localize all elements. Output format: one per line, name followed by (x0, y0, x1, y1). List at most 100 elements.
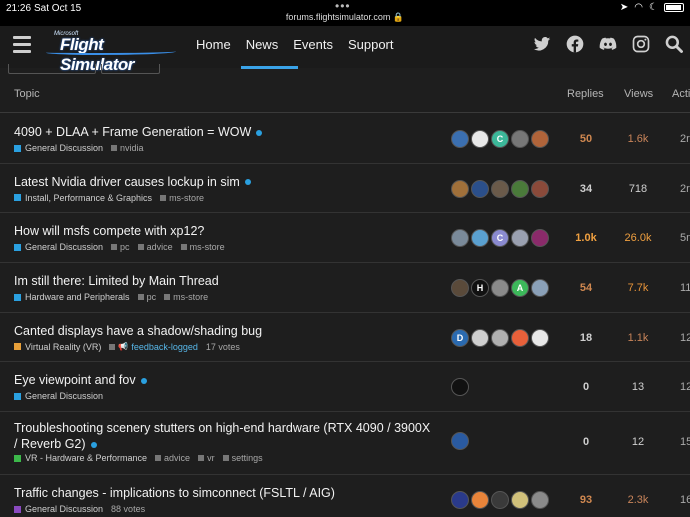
avatar[interactable] (511, 229, 529, 248)
topic-row[interactable]: 4090 + DLAA + Frame Generation = WOW Gene… (0, 114, 690, 164)
category-dropdown[interactable] (8, 64, 96, 74)
tags-dropdown[interactable] (101, 64, 160, 74)
avatar[interactable] (511, 179, 529, 198)
topic-title[interactable]: How will msfs compete with xp12? (14, 224, 204, 238)
avatar[interactable] (471, 179, 489, 198)
avatar[interactable] (491, 491, 509, 510)
avatar[interactable] (471, 328, 489, 347)
avatar[interactable] (491, 179, 509, 198)
address-bar[interactable]: forums.flightsimulator.com 🔒 (0, 12, 690, 23)
avatar[interactable] (451, 432, 469, 451)
activity-time[interactable]: 16 (680, 494, 690, 506)
topic-title[interactable]: Latest Nvidia driver causes lockup in si… (14, 175, 251, 189)
avatar[interactable] (511, 328, 529, 347)
category-badge[interactable]: Hardware and Peripherals (14, 292, 130, 302)
column-replies[interactable]: Replies (567, 88, 604, 100)
avatar[interactable] (491, 328, 509, 347)
reply-count[interactable]: 93 (574, 494, 598, 506)
category-badge[interactable]: Install, Performance & Graphics (14, 193, 152, 203)
avatar[interactable] (451, 491, 469, 510)
flight-simulator-logo[interactable]: Microsoft Flight Simulator (46, 29, 180, 74)
topic-tag[interactable]: ms-store (164, 292, 208, 302)
category-badge[interactable]: General Discussion (14, 504, 103, 514)
search-icon[interactable] (664, 34, 684, 54)
category-badge[interactable]: General Discussion (14, 391, 103, 401)
activity-time[interactable]: 11 (680, 282, 690, 294)
facebook-icon[interactable] (565, 34, 585, 54)
avatar[interactable] (451, 229, 469, 248)
nav-news[interactable]: News (240, 37, 298, 69)
topic-row[interactable]: Im still there: Limited by Main Thread Ha… (0, 263, 690, 313)
activity-time[interactable]: 2r (680, 133, 690, 145)
topic-title[interactable]: Eye viewpoint and fov (14, 373, 147, 387)
topic-row[interactable]: How will msfs compete with xp12? General … (0, 213, 690, 264)
activity-time[interactable]: 15 (680, 436, 690, 448)
avatar[interactable] (471, 229, 489, 248)
topic-title-text[interactable]: Im still there: Limited by Main Thread (14, 274, 219, 288)
discord-icon[interactable] (598, 34, 618, 54)
menu-icon[interactable] (13, 36, 31, 53)
reply-count[interactable]: 54 (574, 282, 598, 294)
category-badge[interactable]: General Discussion (14, 143, 103, 153)
avatar[interactable] (511, 491, 529, 510)
avatar[interactable] (451, 130, 469, 148)
avatar[interactable] (531, 491, 549, 510)
reply-count[interactable]: 1.0k (574, 232, 598, 244)
avatar[interactable]: D (451, 328, 469, 347)
activity-time[interactable]: 12 (680, 381, 690, 393)
avatar[interactable]: A (511, 279, 529, 298)
avatar[interactable]: C (491, 229, 509, 248)
topic-title[interactable]: Im still there: Limited by Main Thread (14, 274, 219, 288)
reply-count[interactable]: 50 (574, 133, 598, 145)
topic-row[interactable]: Latest Nvidia driver causes lockup in si… (0, 164, 690, 214)
topic-tag[interactable]: advice (137, 242, 173, 252)
category-badge[interactable]: VR - Hardware & Performance (14, 453, 147, 463)
avatar[interactable]: C (491, 130, 509, 148)
column-topic[interactable]: Topic (14, 88, 40, 100)
topic-title-text[interactable]: How will msfs compete with xp12? (14, 224, 204, 238)
avatar[interactable] (471, 491, 489, 510)
avatar[interactable] (451, 279, 469, 298)
topic-title[interactable]: Canted displays have a shadow/shading bu… (14, 324, 262, 338)
nav-home[interactable]: Home (196, 37, 231, 52)
category-badge[interactable]: Virtual Reality (VR) (14, 342, 101, 352)
topic-tag[interactable]: nvidia (111, 143, 144, 153)
topic-row[interactable]: Traffic changes - implications to simcon… (0, 475, 690, 517)
avatar[interactable] (471, 130, 489, 148)
topic-title-text[interactable]: 4090 + DLAA + Frame Generation = WOW (14, 125, 251, 139)
reply-count[interactable]: 0 (574, 436, 598, 448)
topic-tag[interactable]: advice (155, 453, 190, 463)
topic-title-text[interactable]: Traffic changes - implications to simcon… (14, 486, 335, 500)
topic-title-text[interactable]: Troubleshooting scenery stutters on high… (14, 421, 430, 451)
topic-tag[interactable]: settings (222, 453, 263, 463)
column-activity[interactable]: Acti (672, 88, 690, 100)
topic-row[interactable]: Canted displays have a shadow/shading bu… (0, 313, 690, 363)
category-badge[interactable]: General Discussion (14, 242, 103, 252)
activity-time[interactable]: 5n (680, 232, 690, 244)
topic-title[interactable]: 4090 + DLAA + Frame Generation = WOW (14, 125, 263, 139)
avatar[interactable] (531, 279, 549, 298)
avatar[interactable]: H (471, 279, 489, 298)
avatar[interactable] (451, 179, 469, 198)
activity-time[interactable]: 12 (680, 332, 690, 344)
topic-title-text[interactable]: Eye viewpoint and fov (14, 373, 136, 387)
nav-support[interactable]: Support (348, 37, 394, 52)
activity-time[interactable]: 2r (680, 183, 690, 195)
topic-row[interactable]: Eye viewpoint and fov General Discussion 0… (0, 362, 690, 413)
reply-count[interactable]: 18 (574, 332, 598, 344)
topic-tag[interactable]: ms-store (180, 242, 225, 252)
topic-tag[interactable]: vr (198, 453, 215, 463)
avatar[interactable] (451, 378, 469, 397)
topic-title-text[interactable]: Canted displays have a shadow/shading bu… (14, 324, 262, 338)
avatar[interactable] (531, 179, 549, 198)
topic-tag[interactable]: pc (137, 292, 156, 302)
reply-count[interactable]: 34 (574, 183, 598, 195)
topic-title[interactable]: Traffic changes - implications to simcon… (14, 486, 335, 500)
topic-tag[interactable]: pc (111, 242, 130, 252)
instagram-icon[interactable] (631, 34, 651, 54)
column-views[interactable]: Views (624, 88, 653, 100)
topic-tag[interactable]: ms-store (160, 193, 204, 203)
twitter-icon[interactable] (532, 34, 552, 54)
avatar[interactable] (531, 130, 549, 148)
avatar[interactable] (531, 229, 549, 248)
